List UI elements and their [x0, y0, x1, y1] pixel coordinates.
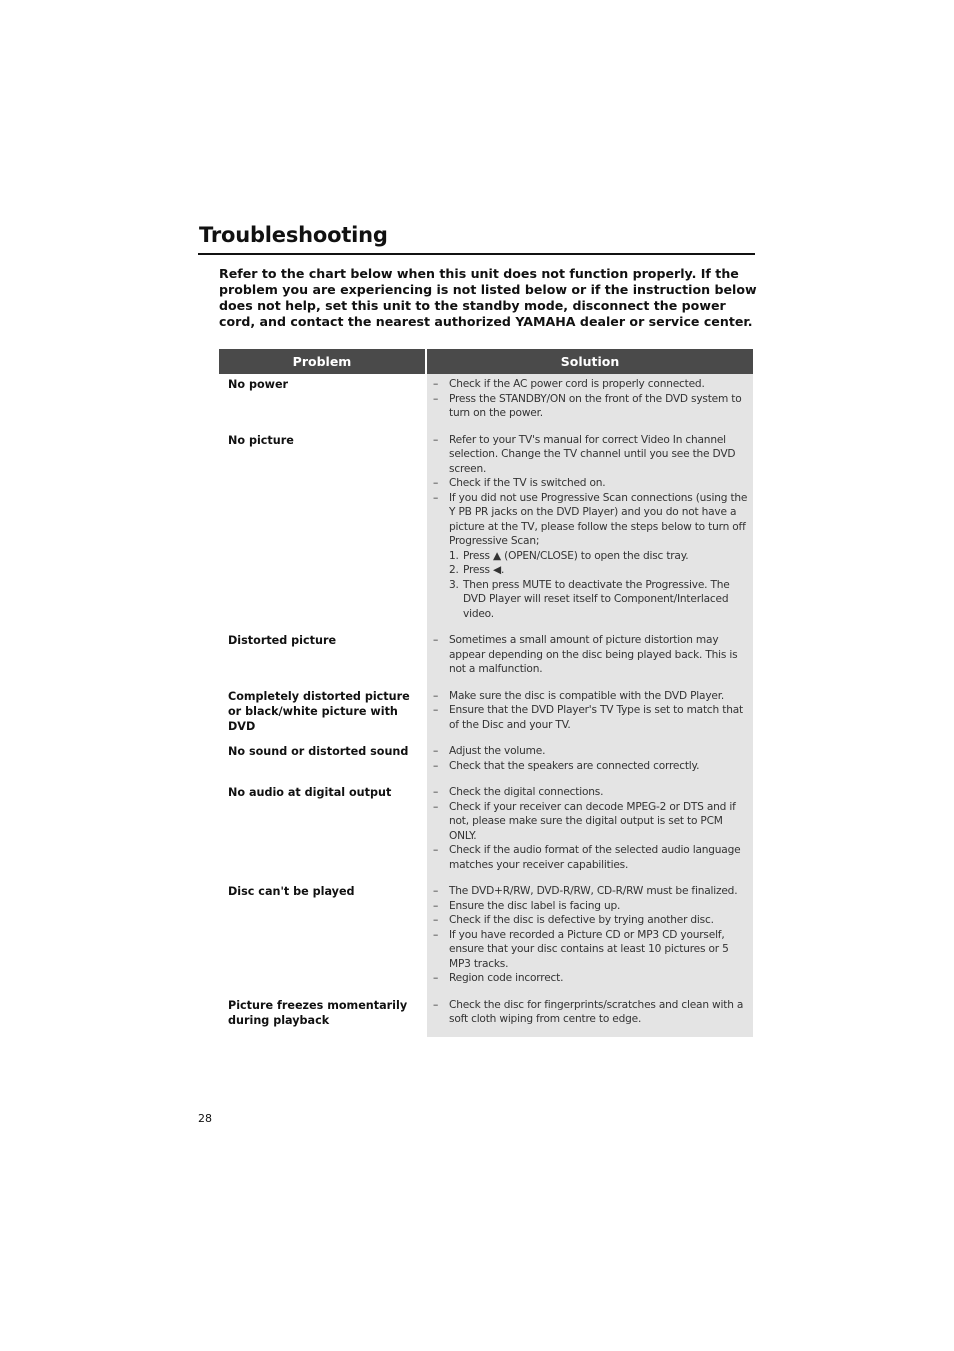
dash-bullet-icon: – [433, 899, 439, 912]
solution-text: Sometimes a small amount of picture dist… [449, 634, 738, 675]
solution-text: Check the digital connections. [449, 786, 604, 798]
step-text: Then press MUTE to deactivate the Progre… [463, 578, 730, 620]
problem-cell: Completely distorted picture or black/wh… [228, 689, 410, 733]
table-row: No audio at digital output – Check the dig… [219, 783, 753, 882]
solution-item: – Check that the speakers are connected c… [433, 759, 751, 774]
solution-item: – Make sure the disc is compatible with t… [433, 689, 751, 704]
dash-bullet-icon: – [433, 885, 439, 897]
table-row: Picture freezes momentarily during playb… [219, 995, 753, 1037]
table-row: Disc can't be played – The DVD+R/RW, DVD-R… [219, 882, 753, 996]
solution-text: Press the STANDBY/ON on the front of the… [449, 392, 742, 420]
solution-item: – Ensure the disc label is facing up. [433, 899, 751, 914]
solution-step: 1. Press ▲ (OPEN/CLOSE) to open the disc … [433, 549, 751, 564]
solution-item: – If you have recorded a Picture CD or MP… [433, 928, 751, 972]
table-header: Problem Solution [219, 349, 753, 374]
solution-text: If you have recorded a Picture CD or MP3… [449, 928, 729, 970]
header-problem: Problem [219, 349, 425, 374]
solution-text: Region code incorrect. [449, 972, 564, 984]
table-row: No picture – Refer to your TV's manual for… [219, 430, 753, 631]
troubleshooting-table: Problem Solution No power – Check if the A… [219, 349, 753, 1037]
solution-text: Make sure the disc is compatible with th… [449, 689, 725, 702]
solution-item: – Region code incorrect. [433, 971, 751, 986]
solution-text: Adjust the volume. [449, 745, 546, 757]
dash-bullet-icon: – [433, 378, 439, 390]
solution-text: Check if the audio format of the selecte… [449, 844, 741, 871]
solution-step: 3. Then press MUTE to deactivate the Prog… [433, 578, 751, 622]
problem-cell: No audio at digital output [228, 786, 392, 799]
solution-item: – Ensure that the DVD Player's TV Type is… [433, 703, 751, 732]
solution-step: 2. Press ◀. [433, 563, 751, 578]
solution-cell: – Check the digital connections. – Check if… [427, 783, 753, 882]
problem-cell: Distorted picture [228, 634, 337, 647]
table-row: Distorted picture – Sometimes a small amou… [219, 631, 753, 687]
solution-item: – Check if the AC power cord is properly … [433, 377, 751, 392]
solution-cell: – The DVD+R/RW, DVD-R/RW, CD-R/RW must be… [427, 882, 753, 996]
problem-cell: No sound or distorted sound [228, 745, 409, 758]
solution-item: – Adjust the volume. [433, 744, 751, 759]
dash-bullet-icon: – [433, 745, 439, 757]
solution-item: – Check if the TV is switched on. [433, 476, 751, 491]
solution-item: – Check if the audio format of the select… [433, 843, 751, 872]
solution-item: – Sometimes a small amount of picture dis… [433, 633, 751, 677]
problem-cell: Picture freezes momentarily during playb… [228, 998, 408, 1027]
solution-text: Check if the TV is switched on. [449, 477, 606, 489]
dash-bullet-icon: – [433, 844, 439, 856]
dash-bullet-icon: – [433, 634, 439, 646]
solution-text: Check if the disc is defective by trying… [449, 914, 714, 926]
page-title: Troubleshooting [199, 223, 388, 247]
dash-bullet-icon: – [433, 704, 439, 716]
dash-bullet-icon: – [433, 491, 439, 504]
title-divider [198, 253, 755, 255]
step-number: 3. [449, 578, 459, 591]
solution-item: – Check the disc for fingerprints/scratch… [433, 998, 751, 1027]
step-number: 1. [449, 549, 459, 562]
dash-bullet-icon: – [433, 928, 439, 941]
solution-item: – The DVD+R/RW, DVD-R/RW, CD-R/RW must be… [433, 884, 751, 899]
solution-cell: – Sometimes a small amount of picture dis… [427, 631, 753, 687]
solution-text: Check if the AC power cord is properly c… [449, 378, 705, 390]
step-number: 2. [449, 564, 459, 576]
problem-cell: No power [228, 378, 289, 391]
solution-item: – Press the STANDBY/ON on the front of th… [433, 392, 751, 421]
step-text: Press ▲ (OPEN/CLOSE) to open the disc tr… [463, 549, 689, 562]
header-solution: Solution [427, 349, 753, 374]
table-body: No power – Check if the AC power cord is p… [219, 374, 753, 1037]
problem-cell: Disc can't be played [228, 885, 355, 898]
dash-bullet-icon: – [433, 972, 439, 984]
solution-text: Ensure the disc label is facing up. [449, 899, 621, 912]
solution-item: – Refer to your TV's manual for correct V… [433, 433, 751, 477]
step-text: Press ◀. [463, 564, 505, 576]
intro-paragraph: Refer to the chart below when this unit … [219, 266, 757, 329]
solution-text: Check the disc for fingerprints/scratche… [449, 998, 744, 1026]
dash-bullet-icon: – [433, 433, 439, 446]
table-row: No power – Check if the AC power cord is p… [219, 374, 753, 431]
dash-bullet-icon: – [433, 800, 439, 813]
solution-text: If you did not use Progressive Scan conn… [449, 491, 748, 548]
solution-item: – Check if your receiver can decode MPEG-… [433, 800, 751, 844]
page-number: 28 [198, 1112, 212, 1125]
solution-item: – Check if the disc is defective by tryin… [433, 913, 751, 928]
dash-bullet-icon: – [433, 786, 439, 798]
table-row: No sound or distorted sound – Adjust the v… [219, 742, 753, 783]
solution-cell: – Make sure the disc is compatible with t… [427, 686, 753, 742]
problem-cell: No picture [228, 433, 294, 447]
solution-text: The DVD+R/RW, DVD-R/RW, CD-R/RW must be … [449, 885, 738, 897]
dash-bullet-icon: – [433, 914, 439, 926]
solution-cell: – Refer to your TV's manual for correct V… [427, 430, 753, 631]
solution-cell: – Adjust the volume. – Check that the speak… [427, 742, 753, 783]
solution-text: Check that the speakers are connected co… [449, 759, 700, 772]
solution-cell: – Check if the AC power cord is properly … [427, 374, 753, 431]
solution-item: – If you did not use Progressive Scan con… [433, 491, 751, 549]
table-row: Completely distorted picture or black/wh… [219, 686, 753, 742]
solution-text: Refer to your TV's manual for correct Vi… [449, 433, 736, 475]
dash-bullet-icon: – [433, 689, 439, 702]
solution-cell: – Check the disc for fingerprints/scratch… [427, 995, 753, 1037]
solution-text: Check if your receiver can decode MPEG-2… [449, 800, 736, 842]
dash-bullet-icon: – [433, 759, 439, 772]
solution-text: Ensure that the DVD Player's TV Type is … [449, 704, 743, 731]
solution-item: – Check the digital connections. [433, 785, 751, 800]
dash-bullet-icon: – [433, 998, 439, 1011]
dash-bullet-icon: – [433, 477, 439, 489]
dash-bullet-icon: – [433, 392, 439, 405]
